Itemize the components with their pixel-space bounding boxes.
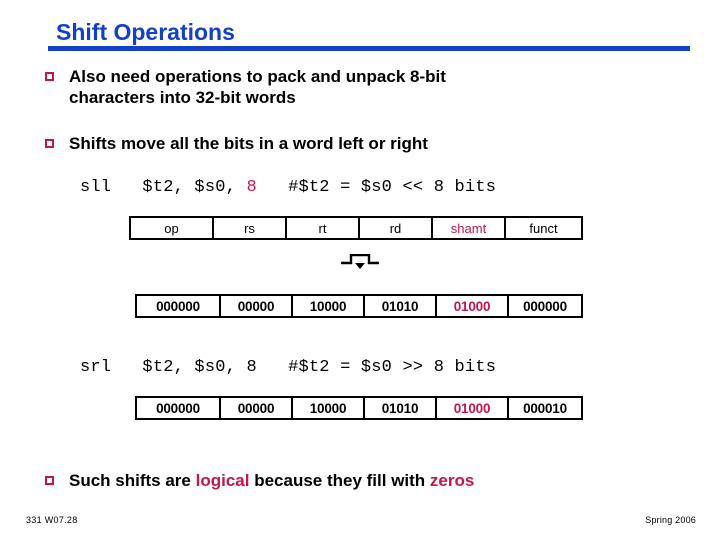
sll-bits-shamt: 01000 — [437, 296, 509, 316]
srl-bits-funct: 000010 — [523, 400, 567, 416]
srl-bits-rt: 10000 — [293, 398, 365, 418]
srl-bits-rs: 00000 — [221, 398, 293, 418]
bullet-1-text: Also need operations to pack and unpack … — [69, 67, 446, 107]
sll-bits-op: 000000 — [137, 296, 221, 316]
sll-encoding-table: 000000 00000 10000 01010 01000 000000 — [135, 294, 583, 318]
field-header-rd: rd — [360, 218, 433, 238]
field-header-op: op — [131, 218, 214, 238]
bullet-2-text: Shifts move all the bits in a word left … — [69, 134, 428, 153]
bullet-item-1: Also need operations to pack and unpack … — [45, 66, 446, 108]
bullet-3-text: Such shifts are logical because they fil… — [69, 470, 474, 491]
bullet-item-3: Such shifts are logical because they fil… — [45, 470, 474, 491]
instruction-format-header-table: op rs rt rd shamt funct — [129, 216, 583, 240]
bullet-3-keyword-zeros: zeros — [429, 471, 475, 490]
page-title: Shift Operations — [56, 19, 235, 45]
instruction-line-sll: sll $t2, $s0, 8 #$t2 = $s0 << 8 bits — [80, 178, 496, 197]
srl-shamt-value: 8 — [246, 358, 257, 377]
square-bullet-icon — [45, 139, 54, 148]
field-header-rs: rs — [214, 218, 287, 238]
footer-slide-id: 331 W07.28 — [26, 515, 78, 525]
bullet-3-segment-1: Such shifts are — [69, 471, 196, 490]
srl-bits-rd: 01010 — [365, 398, 437, 418]
bullet-item-2: Shifts move all the bits in a word left … — [45, 133, 428, 154]
down-pointer-icon — [340, 253, 380, 272]
slide-canvas: Shift Operations Also need operations to… — [0, 0, 720, 540]
field-header-funct: funct — [529, 220, 558, 236]
square-bullet-icon — [45, 72, 54, 81]
sll-bits-rt: 10000 — [293, 296, 365, 316]
sll-bits-rd: 01010 — [365, 296, 437, 316]
footer-term: Spring 2006 — [645, 515, 696, 525]
title-underline-rule — [48, 46, 690, 51]
sll-shamt-value: 8 — [246, 178, 257, 197]
sll-bits-funct: 000000 — [523, 298, 567, 314]
sll-comment: #$t2 = $s0 << 8 bits — [256, 178, 497, 197]
srl-mnemonic: srl — [80, 358, 112, 377]
srl-comment: #$t2 = $s0 >> 8 bits — [256, 358, 497, 377]
bullet-3-keyword-logical: logical — [195, 471, 250, 490]
field-header-rt: rt — [287, 218, 360, 238]
square-bullet-icon — [45, 476, 54, 485]
field-header-shamt: shamt — [433, 218, 506, 238]
srl-operands: $t2, $s0, — [111, 358, 247, 377]
sll-bits-rs: 00000 — [221, 296, 293, 316]
bullet-3-segment-2: because they fill with — [249, 471, 430, 490]
sll-operands: $t2, $s0, — [111, 178, 247, 197]
sll-mnemonic: sll — [80, 178, 112, 197]
instruction-line-srl: srl $t2, $s0, 8 #$t2 = $s0 >> 8 bits — [80, 358, 496, 377]
srl-encoding-table: 000000 00000 10000 01010 01000 000010 — [135, 396, 583, 420]
srl-bits-op: 000000 — [137, 398, 221, 418]
srl-bits-shamt: 01000 — [437, 398, 509, 418]
